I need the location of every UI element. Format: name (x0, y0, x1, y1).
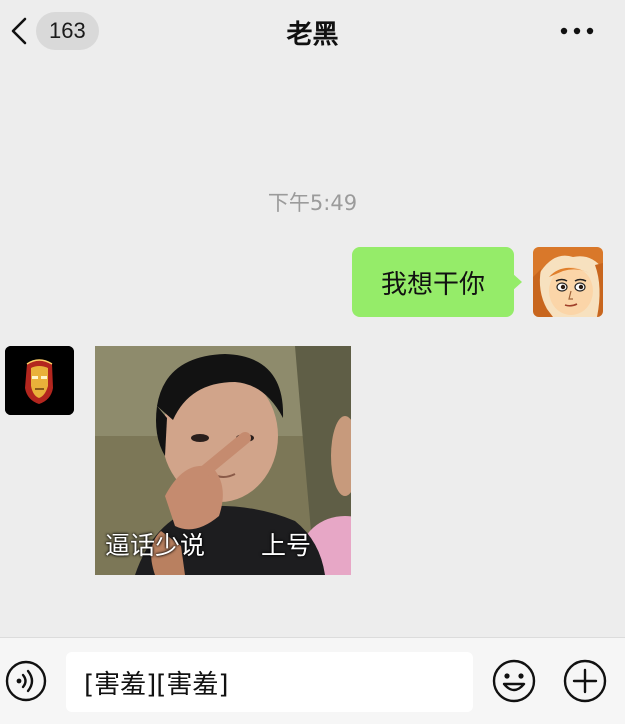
plus-icon[interactable] (562, 658, 608, 704)
more-dots-icon[interactable] (559, 22, 595, 40)
chat-title: 老黑 (286, 20, 339, 50)
iron-mask-avatar (5, 346, 74, 415)
sticker-caption-right: 上号 (261, 531, 312, 560)
bubble-tail (512, 273, 522, 291)
message-input[interactable]: [害羞][害羞] (66, 652, 473, 712)
message-text: 我想干你 (380, 269, 485, 300)
cartoon-face-avatar (533, 247, 603, 317)
message-timestamp: 下午5:49 (267, 191, 358, 215)
avatar-self[interactable] (533, 247, 603, 317)
sticker-caption-left: 逼话少说 (105, 531, 206, 560)
input-bar: [害羞][害羞] (0, 637, 625, 724)
message-bubble-self[interactable]: 我想干你 (352, 247, 514, 317)
sticker-image[interactable]: 逼话少说 上号 (95, 346, 351, 575)
voice-icon[interactable] (4, 659, 48, 703)
avatar-other[interactable] (5, 346, 74, 415)
chat-header: 163 老黑 (0, 0, 625, 62)
emoji-icon[interactable] (491, 658, 537, 704)
